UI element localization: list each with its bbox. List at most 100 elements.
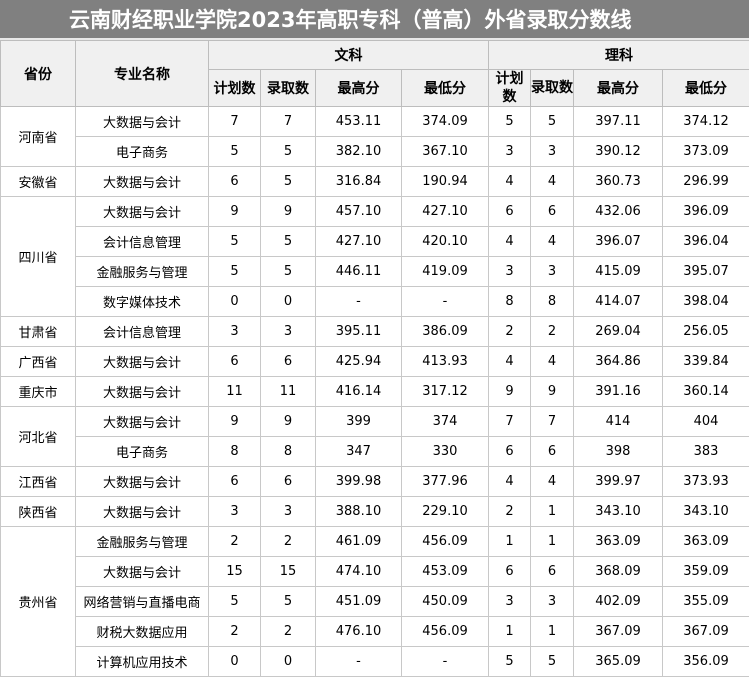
cell-arts-max: 453.11: [316, 107, 402, 137]
cell-arts-max: 457.10: [316, 197, 402, 227]
cell-arts-plan: 5: [209, 227, 261, 257]
cell-arts-admitted: 0: [261, 647, 316, 677]
cell-arts-admitted: 15: [261, 557, 316, 587]
cell-science-plan: 5: [489, 647, 531, 677]
cell-science-plan: 9: [489, 377, 531, 407]
cell-major: 电子商务: [76, 437, 209, 467]
cell-province: 河北省: [1, 407, 76, 467]
cell-arts-max: 461.09: [316, 527, 402, 557]
header-arts-min: 最低分: [402, 70, 489, 107]
header-science-min: 最低分: [663, 70, 749, 107]
header-science-max: 最高分: [574, 70, 663, 107]
cell-arts-plan: 5: [209, 257, 261, 287]
cell-arts-max: -: [316, 647, 402, 677]
cell-arts-max: 416.14: [316, 377, 402, 407]
cell-arts-min: 427.10: [402, 197, 489, 227]
cell-arts-max: 474.10: [316, 557, 402, 587]
cell-province: 甘肃省: [1, 317, 76, 347]
cell-arts-max: -: [316, 287, 402, 317]
table-row: 广西省大数据与会计66425.94413.9344364.86339.84: [1, 347, 749, 377]
cell-major: 金融服务与管理: [76, 527, 209, 557]
cell-major: 计算机应用技术: [76, 647, 209, 677]
table-row: 陕西省大数据与会计33388.10229.1021343.10343.10: [1, 497, 749, 527]
table-row: 河南省大数据与会计77453.11374.0955397.11374.12: [1, 107, 749, 137]
cell-province: 江西省: [1, 467, 76, 497]
cell-science-plan: 6: [489, 197, 531, 227]
header-liberal-arts: 文科: [209, 41, 489, 70]
cell-major: 网络营销与直播电商: [76, 587, 209, 617]
cell-science-min: 396.09: [663, 197, 749, 227]
cell-science-admitted: 4: [531, 227, 574, 257]
cell-science-plan: 3: [489, 137, 531, 167]
cell-province: 重庆市: [1, 377, 76, 407]
cell-science-plan: 6: [489, 437, 531, 467]
cell-science-max: 391.16: [574, 377, 663, 407]
table-row: 金融服务与管理55446.11419.0933415.09395.07: [1, 257, 749, 287]
cell-arts-min: 456.09: [402, 617, 489, 647]
cell-science-admitted: 4: [531, 167, 574, 197]
cell-science-plan: 1: [489, 617, 531, 647]
cell-province: 陕西省: [1, 497, 76, 527]
table-row: 江西省大数据与会计66399.98377.9644399.97373.93: [1, 467, 749, 497]
cell-arts-admitted: 9: [261, 197, 316, 227]
cell-arts-admitted: 11: [261, 377, 316, 407]
cell-arts-max: 388.10: [316, 497, 402, 527]
table-row: 计算机应用技术00--55365.09356.09: [1, 647, 749, 677]
cell-arts-plan: 2: [209, 617, 261, 647]
cell-science-max: 399.97: [574, 467, 663, 497]
cell-arts-min: 374: [402, 407, 489, 437]
cell-science-min: 343.10: [663, 497, 749, 527]
cell-arts-min: -: [402, 647, 489, 677]
cell-major: 会计信息管理: [76, 227, 209, 257]
cell-science-admitted: 9: [531, 377, 574, 407]
page-title: 云南财经职业学院2023年高职专科（普高）外省录取分数线: [69, 0, 631, 40]
cell-science-max: 390.12: [574, 137, 663, 167]
cell-major: 会计信息管理: [76, 317, 209, 347]
table-row: 网络营销与直播电商55451.09450.0933402.09355.09: [1, 587, 749, 617]
cell-science-admitted: 1: [531, 617, 574, 647]
cell-science-admitted: 6: [531, 437, 574, 467]
cell-arts-admitted: 7: [261, 107, 316, 137]
cell-science-max: 396.07: [574, 227, 663, 257]
cell-province: 贵州省: [1, 527, 76, 677]
cell-major: 大数据与会计: [76, 467, 209, 497]
header-arts-max: 最高分: [316, 70, 402, 107]
cell-arts-max: 425.94: [316, 347, 402, 377]
cell-arts-min: 374.09: [402, 107, 489, 137]
cell-major: 大数据与会计: [76, 197, 209, 227]
cell-arts-plan: 8: [209, 437, 261, 467]
cell-science-max: 368.09: [574, 557, 663, 587]
cell-arts-min: 453.09: [402, 557, 489, 587]
cell-province: 河南省: [1, 107, 76, 167]
cell-arts-plan: 9: [209, 197, 261, 227]
cell-arts-min: 229.10: [402, 497, 489, 527]
cell-science-max: 398: [574, 437, 663, 467]
table-row: 电子商务8834733066398383: [1, 437, 749, 467]
cell-science-admitted: 2: [531, 317, 574, 347]
cell-arts-admitted: 6: [261, 467, 316, 497]
cell-science-min: 339.84: [663, 347, 749, 377]
cell-science-min: 374.12: [663, 107, 749, 137]
cell-arts-plan: 6: [209, 167, 261, 197]
cell-major: 大数据与会计: [76, 377, 209, 407]
cell-arts-plan: 2: [209, 527, 261, 557]
spreadsheet-view: 云南财经职业学院2023年高职专科（普高）外省录取分数线 省份 专业名称 文科 …: [0, 0, 749, 669]
title-bar: 云南财经职业学院2023年高职专科（普高）外省录取分数线: [0, 0, 749, 40]
table-body: 河南省大数据与会计77453.11374.0955397.11374.12 电子商…: [1, 107, 749, 677]
header-arts-admitted: 录取数: [261, 70, 316, 107]
table-row: 河北省大数据与会计9939937477414404: [1, 407, 749, 437]
cell-arts-plan: 6: [209, 347, 261, 377]
header-science-admitted: 录取数: [531, 70, 574, 107]
cell-arts-max: 382.10: [316, 137, 402, 167]
cell-arts-plan: 3: [209, 317, 261, 347]
cell-science-admitted: 6: [531, 197, 574, 227]
cell-arts-plan: 0: [209, 287, 261, 317]
cell-science-admitted: 3: [531, 587, 574, 617]
cell-arts-max: 316.84: [316, 167, 402, 197]
cell-arts-min: 419.09: [402, 257, 489, 287]
cell-arts-admitted: 6: [261, 347, 316, 377]
cell-science-plan: 4: [489, 227, 531, 257]
cell-science-min: 359.09: [663, 557, 749, 587]
header-science: 理科: [489, 41, 749, 70]
cell-major: 金融服务与管理: [76, 257, 209, 287]
